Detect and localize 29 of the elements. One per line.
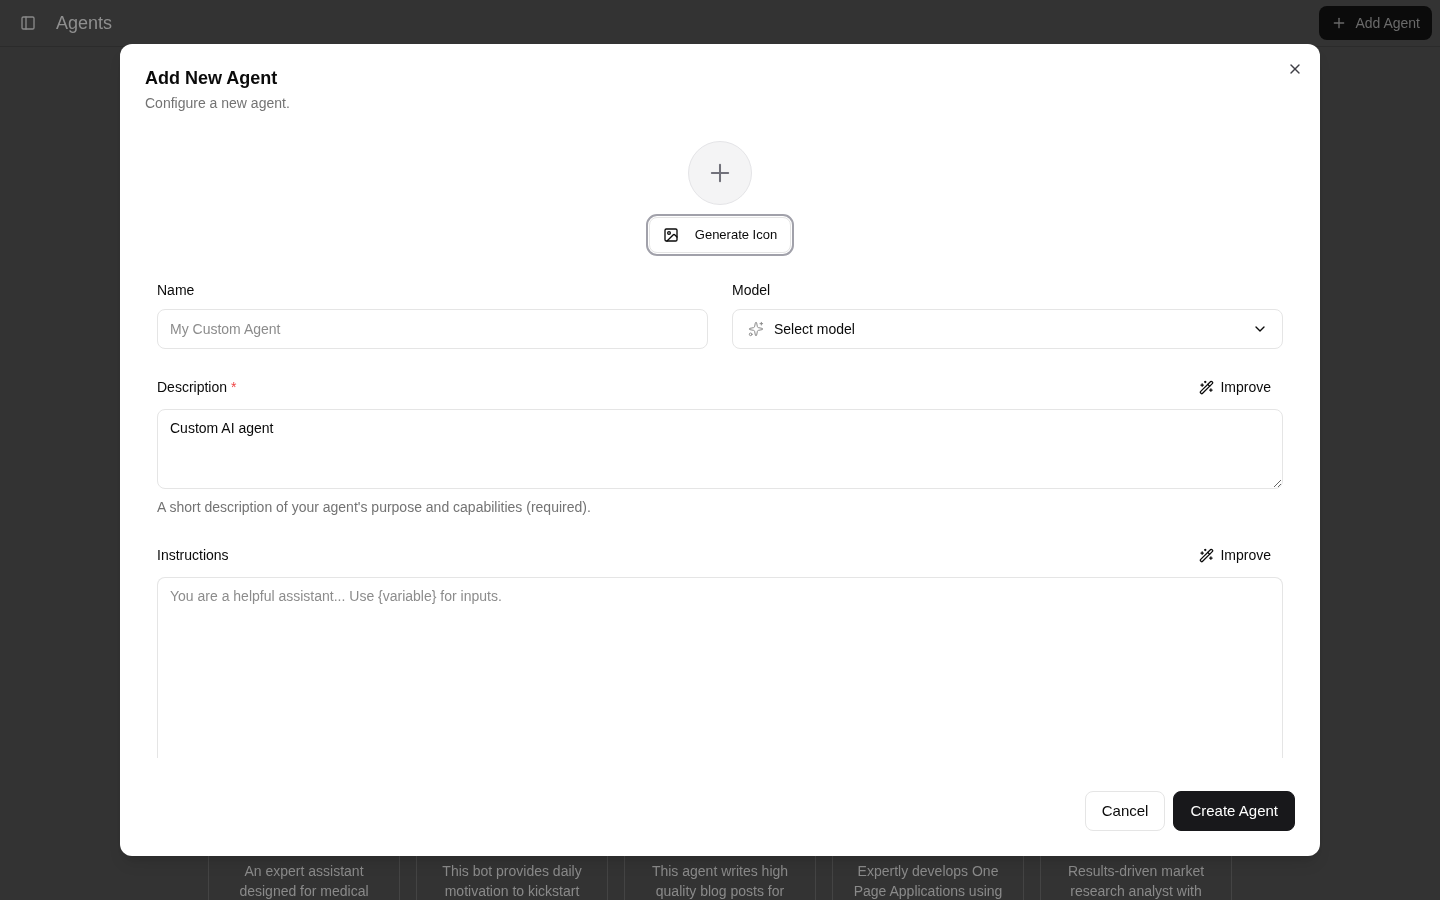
help-text: A short description of your agent's purpose and capabilities (required).: [157, 498, 592, 517]
field-label: Description *: [157, 378, 237, 397]
description-textarea[interactable]: Custom AI agent: [157, 409, 1283, 489]
create-agent-button[interactable]: Create Agent: [1173, 791, 1295, 831]
name-input[interactable]: My Custom Agent: [157, 309, 708, 349]
agent-description: Expertly develops One Page Applications using: [852, 862, 1004, 900]
sparkles-icon: [748, 321, 764, 337]
field-label: Instructions: [157, 546, 229, 565]
add-agent-button[interactable]: Add Agent: [1319, 6, 1432, 40]
agent-description: Results-driven market research analyst with: [1066, 862, 1206, 900]
field-label: Model: [732, 281, 772, 300]
dialog-subtitle: Configure a new agent.: [145, 94, 291, 113]
magic-wand-icon: [1199, 379, 1215, 395]
sidebar-toggle-button[interactable]: [20, 15, 36, 31]
page-title: Agents: [56, 12, 113, 35]
improve-button[interactable]: Improve: [1187, 539, 1283, 571]
agent-description: An expert assistant designed for medical: [238, 862, 370, 900]
instructions-textarea[interactable]: You are a helpful assistant... Use {variable} for inputs.: [157, 577, 1283, 758]
agent-description: This bot provides daily motivation to kickstart: [441, 862, 583, 900]
image-icon: [662, 227, 679, 243]
generate-icon-button[interactable]: Generate Icon: [648, 217, 792, 253]
magic-wand-icon: [1199, 547, 1215, 563]
model-select[interactable]: Select model: [732, 309, 1283, 349]
cancel-button[interactable]: Cancel: [1084, 791, 1166, 831]
sidebar-icon: [20, 15, 36, 31]
agent-description: This agent writes high quality blog posts for: [650, 862, 790, 900]
dialog-title: Add New Agent: [145, 67, 279, 90]
improve-button[interactable]: Improve: [1187, 371, 1283, 403]
field-label: Name: [157, 281, 196, 300]
